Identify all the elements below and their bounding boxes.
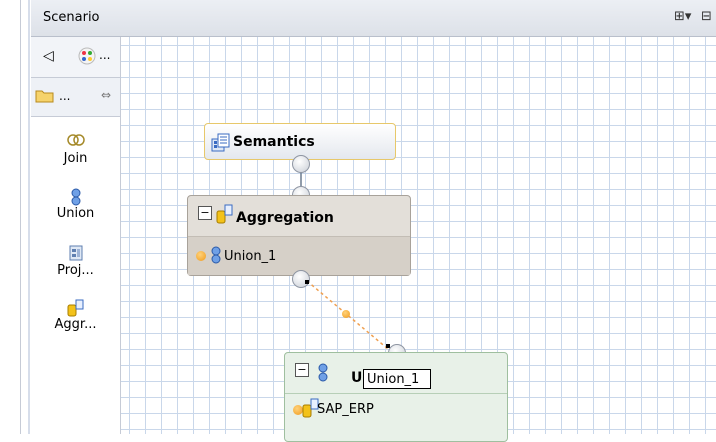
- union-label-prefix: U: [351, 370, 363, 386]
- aggregation-node[interactable]: − Aggregation Union_1: [187, 195, 411, 276]
- union-node[interactable]: − SAP_ERP: [284, 352, 508, 442]
- union-input-label: SAP_ERP: [317, 402, 374, 417]
- aggregation-node-icon: [216, 204, 234, 227]
- union-node-icon: [317, 363, 329, 386]
- union-input-row[interactable]: SAP_ERP: [285, 394, 507, 424]
- union-name-input[interactable]: Union_1: [363, 369, 431, 389]
- aggregation-input-port[interactable]: [292, 270, 310, 288]
- semantics-input-port[interactable]: [292, 155, 310, 173]
- aggregation-label: Aggregation: [236, 210, 334, 226]
- union-icon: [210, 246, 222, 267]
- semantics-icon: [211, 133, 231, 156]
- aggregation-header: − Aggregation: [188, 196, 410, 237]
- input-indicator-icon: [196, 251, 206, 261]
- connection-midpoint-handle[interactable]: [342, 310, 350, 318]
- semantics-label: Semantics: [233, 134, 315, 150]
- selection-handle[interactable]: [305, 280, 309, 284]
- aggregation-input-label: Union_1: [224, 249, 277, 264]
- aggregation-collapse-button[interactable]: −: [198, 206, 212, 220]
- union-collapse-button[interactable]: −: [295, 363, 309, 377]
